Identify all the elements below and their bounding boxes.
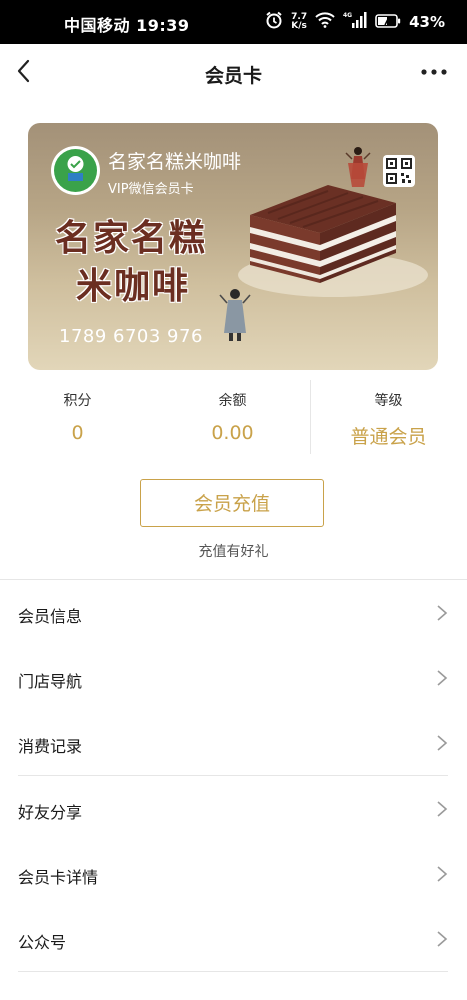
menu-item-label: 会员信息 [18, 607, 83, 626]
chevron-right-icon [437, 931, 448, 947]
membership-card[interactable]: 名家名糕米咖啡 VIP微信会员卡 名家名糕 米咖啡 1789 6703 976 [28, 123, 438, 370]
balance-stat[interactable]: 余额 0.00 [155, 380, 310, 444]
qr-code-icon[interactable] [383, 155, 415, 187]
level-value: 普通会员 [350, 426, 427, 448]
menu-item-share-friends[interactable]: 好友分享 [18, 776, 448, 841]
chevron-right-icon [437, 670, 448, 686]
card-type: VIP微信会员卡 [108, 182, 194, 197]
battery-percent: 43% [409, 13, 445, 31]
menu-item-store-navigation[interactable]: 门店导航 [18, 645, 448, 710]
menu-item-label: 门店导航 [18, 672, 83, 691]
wifi-icon [315, 12, 335, 32]
recharge-button[interactable]: 会员充值 [140, 479, 324, 527]
network-speed: 7.7 K/s [291, 13, 307, 31]
alarm-icon [265, 11, 283, 33]
menu-item-card-details[interactable]: 会员卡详情 [18, 841, 448, 906]
store-logo [51, 146, 100, 195]
menu-item-purchase-history[interactable]: 消费记录 [18, 710, 448, 776]
status-bar: 中国移动 19:39 7.7 K/s 4G 43% [0, 0, 467, 44]
store-name: 名家名糕米咖啡 [108, 151, 242, 173]
page-title: 会员卡 [204, 65, 262, 87]
card-brand-line2: 米咖啡 [76, 266, 191, 307]
status-icons: 7.7 K/s 4G 43% [265, 10, 445, 34]
points-label: 积分 [63, 393, 92, 409]
points-value: 0 [71, 422, 84, 444]
points-stat[interactable]: 积分 0 [0, 380, 155, 444]
store-logo-icon [67, 156, 84, 181]
menu-item-label: 会员卡详情 [18, 868, 99, 887]
card-brand-line1: 名家名糕 [55, 218, 208, 259]
battery-icon [375, 13, 401, 32]
chevron-right-icon [437, 801, 448, 817]
level-label: 等级 [374, 393, 403, 409]
balance-value: 0.00 [211, 422, 254, 444]
menu-item-label: 消费记录 [18, 737, 83, 756]
card-number: 1789 6703 976 [59, 326, 203, 347]
network-speed-unit: K/s [291, 21, 307, 31]
menu-item-member-info[interactable]: 会员信息 [18, 580, 448, 645]
menu-item-official-account[interactable]: 公众号 [18, 906, 448, 972]
menu-item-label: 好友分享 [18, 803, 83, 822]
more-dots-icon [421, 69, 447, 75]
balance-label: 余额 [218, 393, 247, 409]
chevron-right-icon [437, 605, 448, 621]
recharge-hint: 充值有好礼 [198, 544, 269, 560]
level-stat[interactable]: 等级 普通会员 [311, 380, 466, 449]
menu-item-label: 公众号 [18, 933, 67, 952]
more-button[interactable] [419, 58, 449, 86]
carrier-time: 中国移动 19:39 [64, 16, 190, 35]
member-stats: 积分 0 余额 0.00 等级 普通会员 [0, 380, 467, 460]
figure-illustration [345, 147, 371, 187]
signal-tag: 4G [343, 12, 352, 19]
cellular-signal-icon: 4G [343, 11, 367, 33]
chevron-right-icon [437, 866, 448, 882]
nav-bar: 会员卡 [0, 44, 467, 102]
member-menu: 会员信息 门店导航 消费记录 好友分享 会员卡详情 公众号 [0, 579, 467, 972]
chevron-right-icon [437, 735, 448, 751]
